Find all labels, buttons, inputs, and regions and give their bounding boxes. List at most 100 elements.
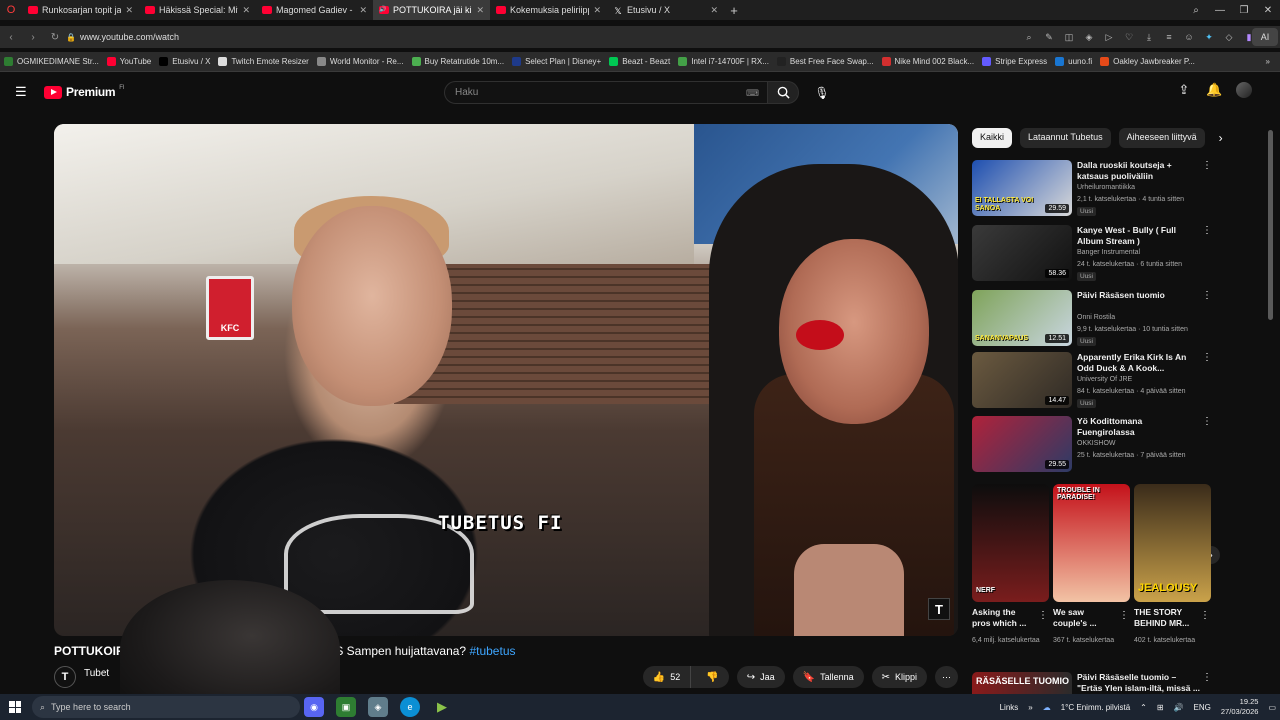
short-thumbnail[interactable]: NERF bbox=[972, 484, 1049, 602]
recommendation-channel[interactable]: University Of JRE bbox=[1077, 376, 1132, 383]
recommendation-channel[interactable]: Onni Rostila bbox=[1077, 314, 1115, 321]
kebab-icon[interactable]: ⋮ bbox=[1119, 610, 1129, 621]
weather-icon[interactable]: ☁ bbox=[1043, 703, 1051, 712]
recommendation-item[interactable]: 58.36 Kanye West - Bully ( Full Album Str… bbox=[972, 225, 1212, 283]
share-button[interactable]: ↪ Jaa bbox=[736, 666, 785, 688]
youtube-logo[interactable]: Premium FI bbox=[44, 85, 125, 99]
bookmark-item[interactable]: World Monitor - Re... bbox=[313, 57, 408, 66]
tab-close-icon[interactable]: ✕ bbox=[242, 5, 250, 16]
browser-tab[interactable]: 🔊 POTTUKOIRA jäi kiinni ✕ bbox=[373, 0, 490, 20]
bookmark-item[interactable]: Select Plan | Disney+ bbox=[508, 57, 605, 66]
maximize-button[interactable]: ❐ bbox=[1232, 5, 1256, 16]
url-field[interactable]: www.youtube.com/watch bbox=[80, 32, 179, 42]
kebab-icon[interactable]: ⋮ bbox=[1202, 225, 1212, 236]
bookmark-item[interactable]: Twitch Emote Resizer bbox=[214, 57, 312, 66]
bookmark-item[interactable]: uuno.fi bbox=[1051, 57, 1096, 66]
zoom-icon[interactable]: ⌕ bbox=[1022, 32, 1036, 43]
bookmark-item[interactable]: Beazt - Beazt bbox=[605, 57, 674, 66]
page-scrollbar[interactable] bbox=[1268, 130, 1273, 320]
kebab-icon[interactable]: ⋮ bbox=[1202, 416, 1212, 427]
kebab-icon[interactable]: ⋮ bbox=[1202, 290, 1212, 301]
cube-icon[interactable]: ◇ bbox=[1222, 32, 1236, 43]
kebab-icon[interactable]: ⋮ bbox=[1202, 352, 1212, 363]
upload-icon[interactable]: ⇪ bbox=[1176, 82, 1192, 98]
keyboard-icon[interactable]: ⌨ bbox=[746, 88, 759, 99]
tab-close-icon[interactable]: ✕ bbox=[593, 5, 601, 16]
forward-button[interactable]: › bbox=[22, 32, 44, 43]
kebab-icon[interactable]: ⋮ bbox=[1200, 610, 1210, 621]
bookmark-item[interactable]: YouTube bbox=[103, 57, 155, 66]
browser-logo-icon[interactable]: O bbox=[0, 4, 22, 16]
like-button[interactable]: 👍 52 bbox=[643, 666, 692, 688]
short-title[interactable]: We saw couple's ... bbox=[1053, 607, 1115, 629]
short-thumbnail[interactable]: JEALOUSY bbox=[1134, 484, 1211, 602]
menu-icon[interactable]: ☰ bbox=[15, 85, 29, 99]
channel-watermark[interactable]: T bbox=[928, 598, 950, 620]
browser-tab[interactable]: 𝕏 Etusivu / X ✕ bbox=[607, 0, 724, 20]
bell-icon[interactable]: 🔔 bbox=[1206, 82, 1222, 98]
filter-chip[interactable]: Lataannut Tubetus bbox=[1020, 128, 1111, 148]
short-title[interactable]: Asking the pros which ... bbox=[972, 607, 1034, 629]
recommendation-item[interactable]: SANANVAPAUS 12.51 Päivi Räsäsen tuomio Onni… bbox=[972, 290, 1212, 348]
tray-expand-icon[interactable]: ⌃ bbox=[1140, 703, 1147, 712]
chevron-right-icon[interactable]: › bbox=[1219, 131, 1223, 145]
list-icon[interactable]: ≡ bbox=[1162, 32, 1176, 42]
heart-icon[interactable]: ♡ bbox=[1122, 32, 1136, 43]
bookmark-item[interactable]: Nike Mind 002 Black... bbox=[878, 57, 979, 66]
video-player[interactable]: KFC TUBETUS FI T bbox=[54, 124, 958, 636]
bookmark-item[interactable]: Stripe Express bbox=[978, 57, 1051, 66]
short-thumbnail[interactable]: TROUBLE IN PARADISE! bbox=[1053, 484, 1130, 602]
back-button[interactable]: ‹ bbox=[0, 32, 22, 43]
app-arrow-icon[interactable]: ▶ bbox=[432, 697, 452, 717]
short-title[interactable]: THE STORY BEHIND MR... bbox=[1134, 607, 1196, 629]
profile-icon[interactable]: ☺ bbox=[1182, 32, 1196, 42]
recommendation-channel[interactable]: Banger Instrumental bbox=[1077, 249, 1140, 256]
links-toolbar[interactable]: Links bbox=[1000, 703, 1019, 712]
more-actions-button[interactable]: ⋯ bbox=[935, 666, 958, 688]
search-button[interactable] bbox=[767, 81, 799, 104]
bookmark-item[interactable]: OGMIKEDIMANE Str... bbox=[0, 57, 103, 66]
language-indicator[interactable]: ENG bbox=[1194, 703, 1211, 712]
extension-icon[interactable]: ✦ bbox=[1202, 32, 1216, 43]
discord-icon[interactable]: ◉ bbox=[304, 697, 324, 717]
weather-text[interactable]: 1°C Enimm. pilvistä bbox=[1061, 703, 1130, 712]
browser-tab[interactable]: Kokemuksia peliriippuvuu ✕ bbox=[490, 0, 607, 20]
bookmark-item[interactable]: Oakley Jawbreaker P... bbox=[1096, 57, 1199, 66]
tab-close-icon[interactable]: ✕ bbox=[125, 5, 133, 16]
bookmarks-more-icon[interactable]: » bbox=[1266, 57, 1270, 66]
filter-chip[interactable]: Aiheeseen liittyvä bbox=[1118, 128, 1205, 148]
recommendation-item[interactable]: 29.55 Yö Kodittomana Fuengirolassa OKKISHO… bbox=[972, 416, 1212, 474]
tab-close-icon[interactable]: ✕ bbox=[710, 5, 718, 16]
channel-avatar[interactable]: T bbox=[54, 666, 76, 688]
chatterino-icon[interactable]: ▣ bbox=[336, 697, 356, 717]
network-icon[interactable]: ⊞ bbox=[1157, 703, 1164, 712]
clock[interactable]: 19.25 27/03/2026 bbox=[1221, 697, 1259, 717]
taskbar-search[interactable]: ⌕ Type here to search bbox=[32, 696, 300, 718]
bookmark-item[interactable]: Buy Retatrutide 10m... bbox=[408, 57, 509, 66]
user-avatar[interactable] bbox=[1236, 82, 1252, 98]
play-icon[interactable]: ▷ bbox=[1102, 32, 1116, 43]
close-window-button[interactable]: ✕ bbox=[1256, 5, 1280, 16]
shield-app-icon[interactable]: ◈ bbox=[368, 697, 388, 717]
recommendation-item[interactable]: EI TALLASTA VOI SANOA 29.59 Dalla ruoskii … bbox=[972, 160, 1212, 218]
bookmark-item[interactable]: Etusivu / X bbox=[155, 57, 214, 66]
recommendation-channel[interactable]: Urheilu​romantiikka bbox=[1077, 184, 1135, 191]
reload-button[interactable]: ↻ bbox=[44, 32, 66, 43]
tab-close-icon[interactable]: ✕ bbox=[476, 5, 484, 16]
minimize-button[interactable]: — bbox=[1208, 5, 1232, 16]
download-icon[interactable]: ⤓ bbox=[1142, 32, 1156, 43]
volume-icon[interactable]: 🔊 bbox=[1174, 703, 1184, 712]
recommendation-channel[interactable]: OKKISHOW bbox=[1077, 440, 1116, 447]
tab-close-icon[interactable]: ✕ bbox=[359, 5, 367, 16]
recommendation-item[interactable]: 14.47 Apparently Erika Kirk Is An Odd Duc… bbox=[972, 352, 1212, 410]
bookmark-item[interactable]: Intel i7-14700F | RX... bbox=[674, 57, 773, 66]
camera-icon[interactable]: ◫ bbox=[1062, 32, 1076, 43]
bookmark-item[interactable]: Best Free Face Swap... bbox=[773, 57, 878, 66]
browser-search-icon[interactable]: ⌕ bbox=[1184, 5, 1208, 16]
tray-chevron-icon[interactable]: » bbox=[1028, 703, 1032, 712]
filter-chip[interactable]: Kaikki bbox=[972, 128, 1013, 148]
save-button[interactable]: 🔖 Tallenna bbox=[792, 666, 864, 688]
channel-name[interactable]: Tubet bbox=[84, 668, 109, 679]
start-button[interactable] bbox=[0, 694, 30, 720]
clip-button[interactable]: ✂ Klippi bbox=[871, 666, 927, 688]
